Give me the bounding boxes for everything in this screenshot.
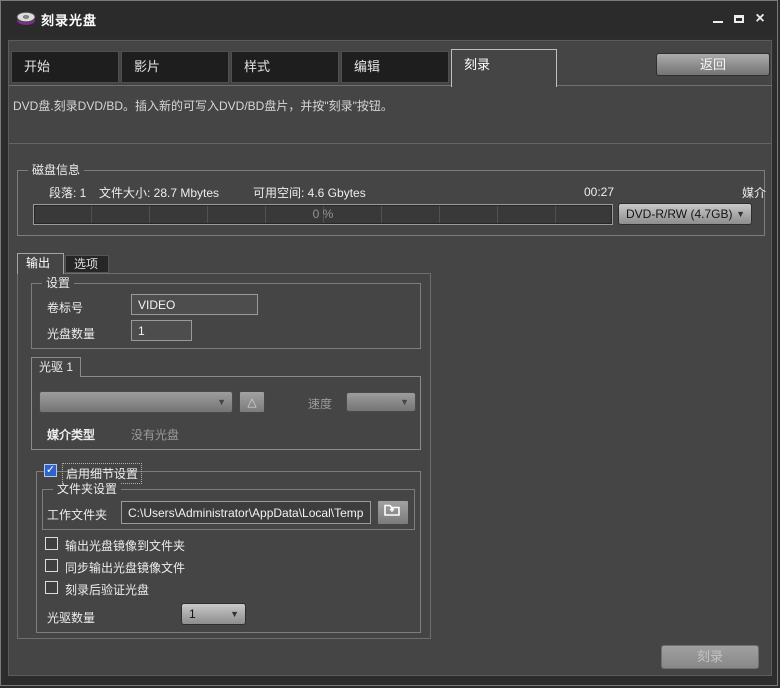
tab-options[interactable]: 选项 (65, 255, 109, 273)
back-button[interactable]: 返回 (656, 53, 770, 76)
titlebar: 刻录光盘 × (1, 1, 777, 35)
close-button[interactable]: × (751, 11, 769, 27)
tab-movie[interactable]: 影片 (121, 51, 229, 83)
tab-output[interactable]: 输出 (17, 253, 64, 274)
media-label: 媒介 (742, 186, 767, 200)
output-tab-panel (17, 273, 431, 639)
maximize-button[interactable] (730, 11, 748, 27)
tab-separator (9, 85, 772, 86)
burn-button[interactable]: 刻录 (661, 645, 759, 669)
chapters-info: 段落: 1 (49, 186, 87, 200)
app-window: 刻录光盘 × 开始 影片 样式 编辑 刻录 返回 DVD盘.刻录DVD/BD。插… (0, 0, 778, 686)
page-description: DVD盘.刻录DVD/BD。插入新的可写入DVD/BD盘片，并按"刻录"按钮。 (13, 99, 393, 113)
maximize-icon (734, 15, 744, 23)
free-space-info: 可用空间: 4.6 Gbytes (253, 186, 366, 200)
disc-info-title: 磁盘信息 (28, 163, 85, 177)
minimize-button[interactable] (709, 11, 727, 27)
minimize-icon (713, 21, 723, 23)
section-separator (9, 143, 772, 144)
progress-text: 0 % (312, 207, 334, 221)
chevron-down-icon: ▼ (736, 209, 745, 219)
burn-progress-bar: 0 % (33, 204, 613, 225)
tab-burn[interactable]: 刻录 (451, 49, 557, 87)
disc-icon (15, 8, 37, 33)
drive-1-tab[interactable]: 光驱 1 (31, 357, 81, 377)
tab-style[interactable]: 样式 (231, 51, 339, 83)
tab-start[interactable]: 开始 (11, 51, 119, 83)
file-size-info: 文件大小: 28.7 Mbytes (99, 186, 220, 200)
duration-value: 00:27 (584, 185, 615, 199)
media-type-select[interactable]: DVD-R/RW (4.7GB) ▼ (618, 203, 752, 225)
close-icon: × (755, 10, 765, 27)
tab-edit[interactable]: 编辑 (341, 51, 449, 83)
window-title: 刻录光盘 (41, 13, 98, 28)
media-type-value: DVD-R/RW (4.7GB) (626, 207, 733, 221)
